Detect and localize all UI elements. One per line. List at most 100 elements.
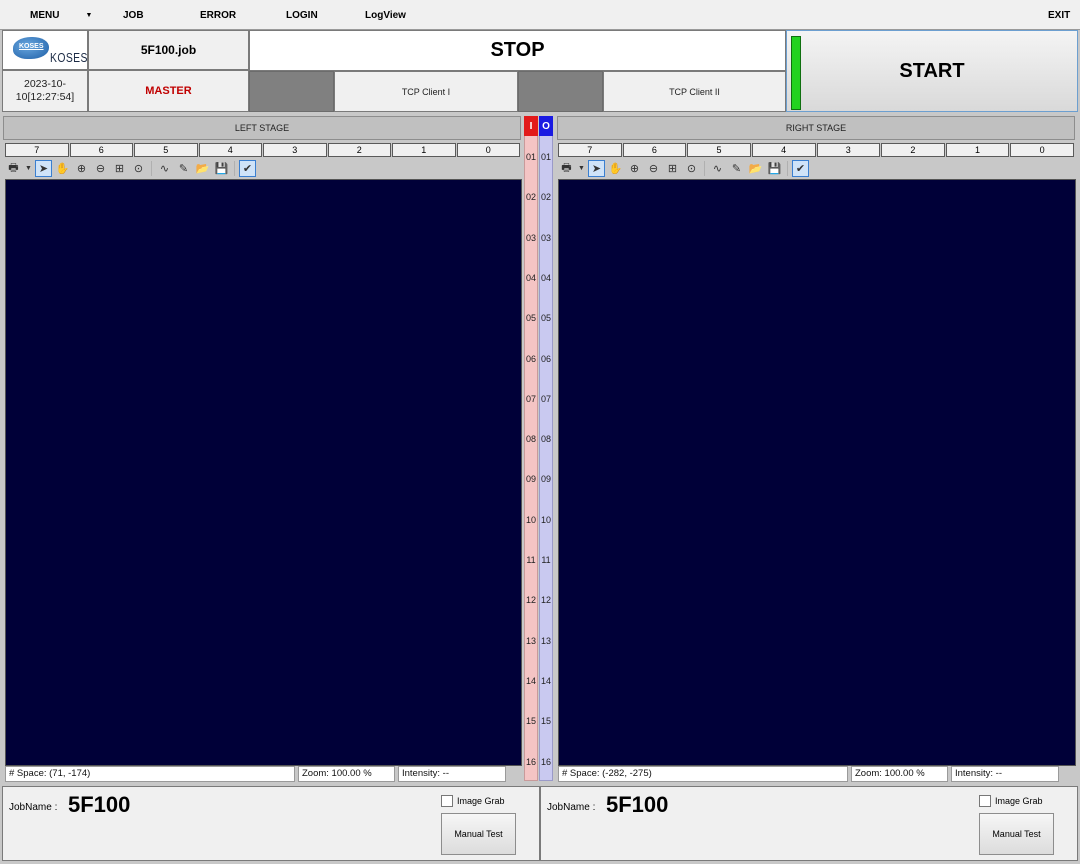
right-bit-6[interactable]: 6 <box>622 143 687 157</box>
pointer-icon[interactable]: ➤ <box>588 159 605 177</box>
line-profile-icon[interactable]: ∿ <box>156 160 173 177</box>
left-bit-5[interactable]: 5 <box>134 143 198 157</box>
pointer-icon[interactable]: ➤ <box>35 159 52 177</box>
start-button-label: START <box>899 59 965 82</box>
right-bit-3[interactable]: 3 <box>816 143 881 157</box>
line-profile-icon[interactable]: ∿ <box>709 160 726 177</box>
save-icon[interactable]: 💾 <box>213 160 230 177</box>
zoom-in-icon[interactable]: ⊕ <box>626 160 643 177</box>
left-stage-title: LEFT STAGE <box>3 116 521 140</box>
right-job-panel: JobName : 5F100 Image Grab Manual Test <box>540 786 1078 861</box>
pan-icon[interactable]: ✋ <box>54 160 71 177</box>
right-space-coordinates[interactable]: # Space: (-282, -275) <box>558 766 848 782</box>
io-out-channel-05: 05 <box>540 313 551 323</box>
left-image-toolbar: 🖶 ▼ ➤ ✋ ⊕ ⊖ ⊞ ⊙ ∿ ✎ 📂 💾 ✔ <box>5 158 256 178</box>
color-picker-icon[interactable]: ✎ <box>175 160 192 177</box>
right-image-viewer[interactable] <box>558 179 1076 766</box>
tcp-client-2-label: TCP Client II <box>603 71 786 112</box>
left-bit-4[interactable]: 4 <box>198 143 262 157</box>
menu-exit[interactable]: EXIT <box>1048 10 1070 21</box>
zoom-in-icon[interactable]: ⊕ <box>73 160 90 177</box>
start-button[interactable]: START <box>786 30 1078 112</box>
left-bit-6[interactable]: 6 <box>69 143 133 157</box>
io-out-channel-10: 10 <box>540 515 551 525</box>
chevron-down-icon: ▼ <box>85 12 93 19</box>
io-in-channel-16: 16 <box>525 757 536 767</box>
left-bit-3[interactable]: 3 <box>263 143 327 157</box>
toolbar-separator <box>704 160 705 176</box>
checkbox-icon <box>441 795 453 807</box>
tcp-client-1-status-led <box>249 71 334 112</box>
left-job-name-label: JobName : <box>9 802 58 813</box>
logo-emblem-text: KOSES <box>19 43 44 50</box>
io-in-channel-06: 06 <box>525 354 536 364</box>
run-state-display: STOP <box>249 30 786 71</box>
zoom-fit-icon[interactable]: ⊞ <box>664 160 681 177</box>
io-in-channel-05: 05 <box>525 313 536 323</box>
job-file-name: 5F100.job <box>88 30 249 70</box>
left-bit-row: 7 6 5 4 3 2 1 0 <box>5 143 520 157</box>
right-bit-0[interactable]: 0 <box>1010 143 1074 157</box>
io-out-channel-04: 04 <box>540 273 551 283</box>
menu-logview[interactable]: LogView <box>365 10 406 21</box>
logo-emblem-icon: KOSES <box>13 37 49 59</box>
right-status-bar: # Space: (-282, -275) Zoom: 100.00 % Int… <box>558 766 1059 782</box>
left-bit-7[interactable]: 7 <box>5 143 69 157</box>
left-space-coordinates[interactable]: # Space: (71, -174) <box>5 766 295 782</box>
check-overlay-icon[interactable]: ✔ <box>239 159 256 177</box>
toolbar-separator <box>234 160 235 176</box>
menu-error[interactable]: ERROR <box>200 10 236 21</box>
open-folder-icon[interactable]: 📂 <box>194 160 211 177</box>
right-bit-2[interactable]: 2 <box>881 143 945 157</box>
zoom-out-icon[interactable]: ⊖ <box>645 160 662 177</box>
right-stage-title: RIGHT STAGE <box>557 116 1075 140</box>
left-image-grab-label: Image Grab <box>457 796 505 806</box>
zoom-reset-icon[interactable]: ⊙ <box>130 160 147 177</box>
io-out-channel-09: 09 <box>540 474 551 484</box>
left-job-name-value: 5F100 <box>68 792 131 817</box>
dropdown-arrow-icon[interactable]: ▼ <box>24 160 33 177</box>
left-zoom-level: Zoom: 100.00 % <box>298 766 395 782</box>
left-bit-0[interactable]: 0 <box>456 143 520 157</box>
io-out-channel-11: 11 <box>541 555 551 565</box>
right-bit-4[interactable]: 4 <box>751 143 816 157</box>
color-picker-icon[interactable]: ✎ <box>728 160 745 177</box>
print-icon[interactable]: 🖶 <box>558 160 575 177</box>
right-zoom-level: Zoom: 100.00 % <box>851 766 948 782</box>
io-in-channel-03: 03 <box>525 233 536 243</box>
zoom-fit-icon[interactable]: ⊞ <box>111 160 128 177</box>
zoom-out-icon[interactable]: ⊖ <box>92 160 109 177</box>
datetime-display: 2023-10-10[12:27:54] <box>2 70 88 112</box>
right-bit-7[interactable]: 7 <box>558 143 622 157</box>
io-out-channel-03: 03 <box>540 233 551 243</box>
menu-menu[interactable]: MENU ▼ <box>30 10 92 21</box>
save-icon[interactable]: 💾 <box>766 160 783 177</box>
menu-login[interactable]: LOGIN <box>286 10 318 21</box>
io-out-channel-12: 12 <box>540 595 551 605</box>
left-bit-1[interactable]: 1 <box>392 143 456 157</box>
pan-icon[interactable]: ✋ <box>607 160 624 177</box>
right-image-grab-checkbox[interactable]: Image Grab <box>979 795 1043 807</box>
dropdown-arrow-icon[interactable]: ▼ <box>577 160 586 177</box>
left-manual-test-button[interactable]: Manual Test <box>441 813 516 855</box>
start-indicator-led <box>791 36 801 110</box>
left-space-text: # Space: (71, -174) <box>9 768 91 779</box>
logo-text: KOSES <box>50 50 88 65</box>
right-bit-1[interactable]: 1 <box>945 143 1010 157</box>
zoom-reset-icon[interactable]: ⊙ <box>683 160 700 177</box>
checkbox-icon <box>979 795 991 807</box>
io-in-channel-08: 08 <box>525 434 536 444</box>
menu-job[interactable]: JOB <box>123 10 144 21</box>
left-image-grab-checkbox[interactable]: Image Grab <box>441 795 505 807</box>
check-overlay-icon[interactable]: ✔ <box>792 159 809 177</box>
tcp-client-2-status-led <box>518 71 603 112</box>
print-icon[interactable]: 🖶 <box>5 160 22 177</box>
left-image-viewer[interactable] <box>5 179 522 766</box>
toolbar-separator <box>151 160 152 176</box>
open-folder-icon[interactable]: 📂 <box>747 160 764 177</box>
io-in-channel-09: 09 <box>525 474 536 484</box>
right-bit-5[interactable]: 5 <box>687 143 751 157</box>
right-manual-test-button[interactable]: Manual Test <box>979 813 1054 855</box>
io-in-channel-14: 14 <box>525 676 536 686</box>
left-bit-2[interactable]: 2 <box>327 143 391 157</box>
